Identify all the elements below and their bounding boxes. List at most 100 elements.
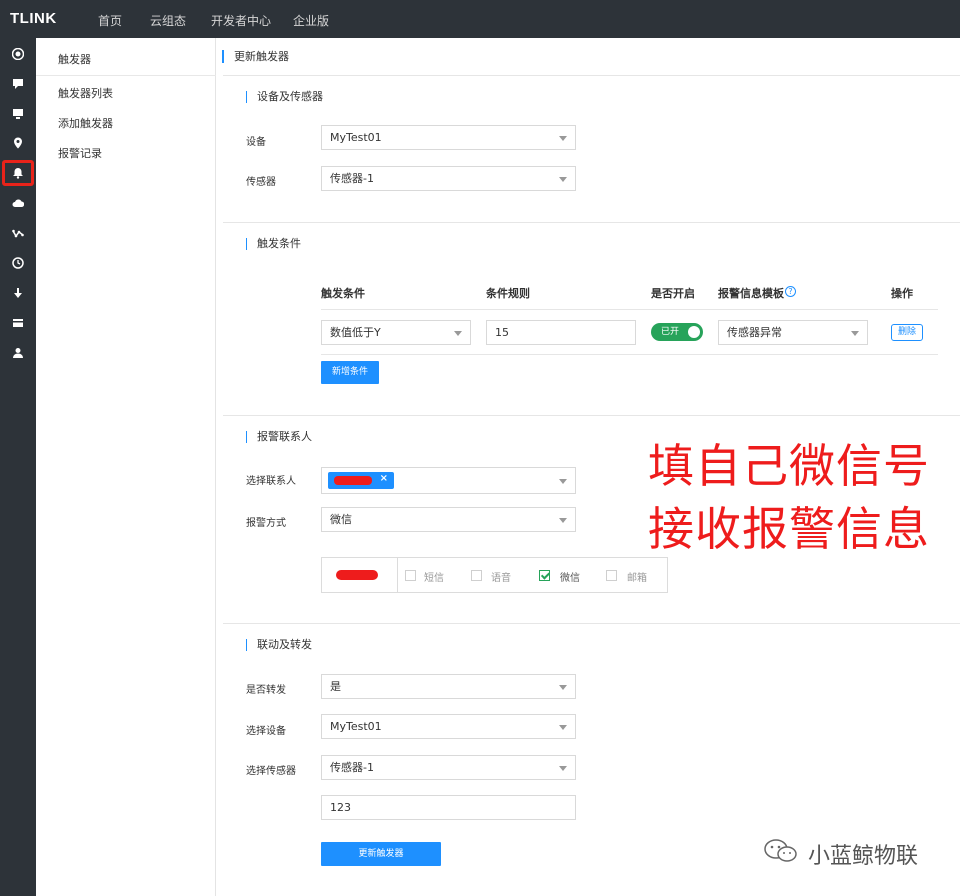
rule-value: 15 bbox=[495, 326, 509, 339]
divider bbox=[223, 623, 960, 624]
forward-sensor-select[interactable]: 传感器-1 bbox=[321, 755, 576, 780]
header-template: 报警信息模板 bbox=[718, 287, 784, 300]
icon-rail bbox=[0, 38, 36, 896]
forward-value: 是 bbox=[330, 680, 341, 693]
device-select-value: MyTest01 bbox=[330, 131, 382, 144]
sidebar-header: 触发器 bbox=[36, 38, 216, 76]
watermark-text: 小蓝鲸物联 bbox=[808, 844, 919, 869]
sms-checkbox[interactable] bbox=[405, 570, 416, 581]
page-title: 更新触发器 bbox=[222, 50, 289, 63]
device-select[interactable]: MyTest01 bbox=[321, 125, 576, 150]
chevron-down-icon bbox=[559, 766, 567, 771]
condition-value: 数值低于Y bbox=[330, 326, 381, 339]
contact-tag: × bbox=[328, 472, 394, 489]
contact-label: 选择联系人 bbox=[246, 476, 296, 487]
section-title-contacts: 报警联系人 bbox=[246, 431, 312, 443]
chevron-down-icon bbox=[559, 479, 567, 484]
sensor-label: 传感器 bbox=[246, 177, 276, 188]
divider bbox=[223, 415, 960, 416]
wechat-icon bbox=[764, 839, 797, 862]
chat-icon[interactable] bbox=[6, 72, 30, 96]
sidebar-item-trigger-list[interactable]: 触发器列表 bbox=[58, 85, 113, 101]
redacted-name bbox=[334, 476, 372, 485]
table-divider bbox=[321, 354, 938, 355]
forward-select[interactable]: 是 bbox=[321, 674, 576, 699]
bell-icon[interactable] bbox=[2, 160, 34, 186]
download-icon[interactable] bbox=[6, 281, 30, 305]
monitor-icon[interactable] bbox=[6, 102, 30, 126]
channel-options: 短信 语音 微信 邮箱 bbox=[321, 557, 668, 593]
nav-home[interactable]: 首页 bbox=[98, 12, 122, 29]
network-icon[interactable] bbox=[6, 221, 30, 245]
divider bbox=[223, 75, 960, 76]
close-icon[interactable]: × bbox=[380, 473, 388, 484]
chevron-down-icon bbox=[559, 518, 567, 523]
section-title-trigger: 触发条件 bbox=[246, 238, 301, 250]
device-label: 设备 bbox=[246, 137, 266, 148]
wechat-label: 微信 bbox=[560, 573, 580, 584]
clock-icon[interactable] bbox=[6, 251, 30, 275]
divider bbox=[223, 222, 960, 223]
forward-sensor-label: 选择传感器 bbox=[246, 766, 296, 777]
chevron-down-icon bbox=[851, 331, 859, 336]
header-condition: 触发条件 bbox=[321, 287, 365, 300]
sidebar-item-add-trigger[interactable]: 添加触发器 bbox=[58, 115, 113, 131]
extra-value: 123 bbox=[330, 801, 351, 814]
toggle-label: 已开 bbox=[661, 327, 680, 337]
sensor-select[interactable]: 传感器-1 bbox=[321, 166, 576, 191]
toggle-knob bbox=[688, 326, 700, 338]
chevron-down-icon bbox=[559, 685, 567, 690]
extra-input[interactable]: 123 bbox=[321, 795, 576, 820]
condition-select[interactable]: 数值低于Y bbox=[321, 320, 471, 345]
add-condition-button[interactable]: 新增条件 bbox=[321, 361, 379, 384]
sidebar-item-alarm-records[interactable]: 报警记录 bbox=[58, 145, 102, 161]
method-select[interactable]: 微信 bbox=[321, 507, 576, 532]
update-trigger-button[interactable]: 更新触发器 bbox=[321, 842, 441, 866]
forward-label: 是否转发 bbox=[246, 685, 286, 696]
chevron-down-icon bbox=[454, 331, 462, 336]
method-value: 微信 bbox=[330, 513, 352, 526]
chevron-down-icon bbox=[559, 136, 567, 141]
sidebar-title: 触发器 bbox=[58, 53, 91, 66]
sms-label: 短信 bbox=[424, 573, 444, 584]
redacted-contact bbox=[336, 570, 378, 580]
wechat-checkbox[interactable] bbox=[539, 570, 550, 581]
cloud-icon[interactable] bbox=[6, 191, 30, 215]
card-icon[interactable] bbox=[6, 311, 30, 335]
main-content: 更新触发器 设备及传感器 设备 MyTest01 传感器 传感器-1 触发条件 … bbox=[216, 38, 960, 896]
forward-device-value: MyTest01 bbox=[330, 720, 382, 733]
template-select[interactable]: 传感器异常 bbox=[718, 320, 868, 345]
annotation-line-1: 填自己微信号 bbox=[648, 439, 930, 493]
nav-developer-center[interactable]: 开发者中心 bbox=[211, 12, 271, 29]
sensor-select-value: 传感器-1 bbox=[330, 172, 374, 185]
location-icon[interactable] bbox=[6, 131, 30, 155]
chevron-down-icon bbox=[559, 177, 567, 182]
forward-device-select[interactable]: MyTest01 bbox=[321, 714, 576, 739]
rule-input[interactable]: 15 bbox=[486, 320, 636, 345]
enabled-toggle[interactable]: 已开 bbox=[651, 323, 703, 341]
table-divider bbox=[321, 309, 938, 310]
forward-device-label: 选择设备 bbox=[246, 726, 286, 737]
target-icon[interactable] bbox=[6, 42, 30, 66]
user-icon[interactable] bbox=[6, 341, 30, 365]
contact-cell bbox=[322, 558, 398, 592]
email-checkbox[interactable] bbox=[606, 570, 617, 581]
voice-checkbox[interactable] bbox=[471, 570, 482, 581]
nav-cloud-scada[interactable]: 云组态 bbox=[150, 12, 186, 29]
method-label: 报警方式 bbox=[246, 518, 286, 529]
chevron-down-icon bbox=[559, 725, 567, 730]
header-action: 操作 bbox=[891, 287, 913, 300]
delete-button[interactable]: 删除 bbox=[891, 324, 923, 341]
section-title-device: 设备及传感器 bbox=[246, 91, 323, 103]
sub-sidebar: 触发器 触发器列表 添加触发器 报警记录 bbox=[36, 38, 216, 896]
forward-sensor-value: 传感器-1 bbox=[330, 761, 374, 774]
brand-logo[interactable]: TLINK bbox=[10, 10, 57, 27]
template-value: 传感器异常 bbox=[727, 326, 782, 339]
email-label: 邮箱 bbox=[627, 573, 647, 584]
header-rule: 条件规则 bbox=[486, 287, 530, 300]
voice-label: 语音 bbox=[491, 573, 511, 584]
help-icon[interactable]: ? bbox=[785, 286, 796, 297]
top-nav-bar: TLINK 首页 云组态 开发者中心 企业版 bbox=[0, 0, 960, 38]
section-title-forward: 联动及转发 bbox=[246, 639, 312, 651]
nav-enterprise[interactable]: 企业版 bbox=[293, 12, 329, 29]
